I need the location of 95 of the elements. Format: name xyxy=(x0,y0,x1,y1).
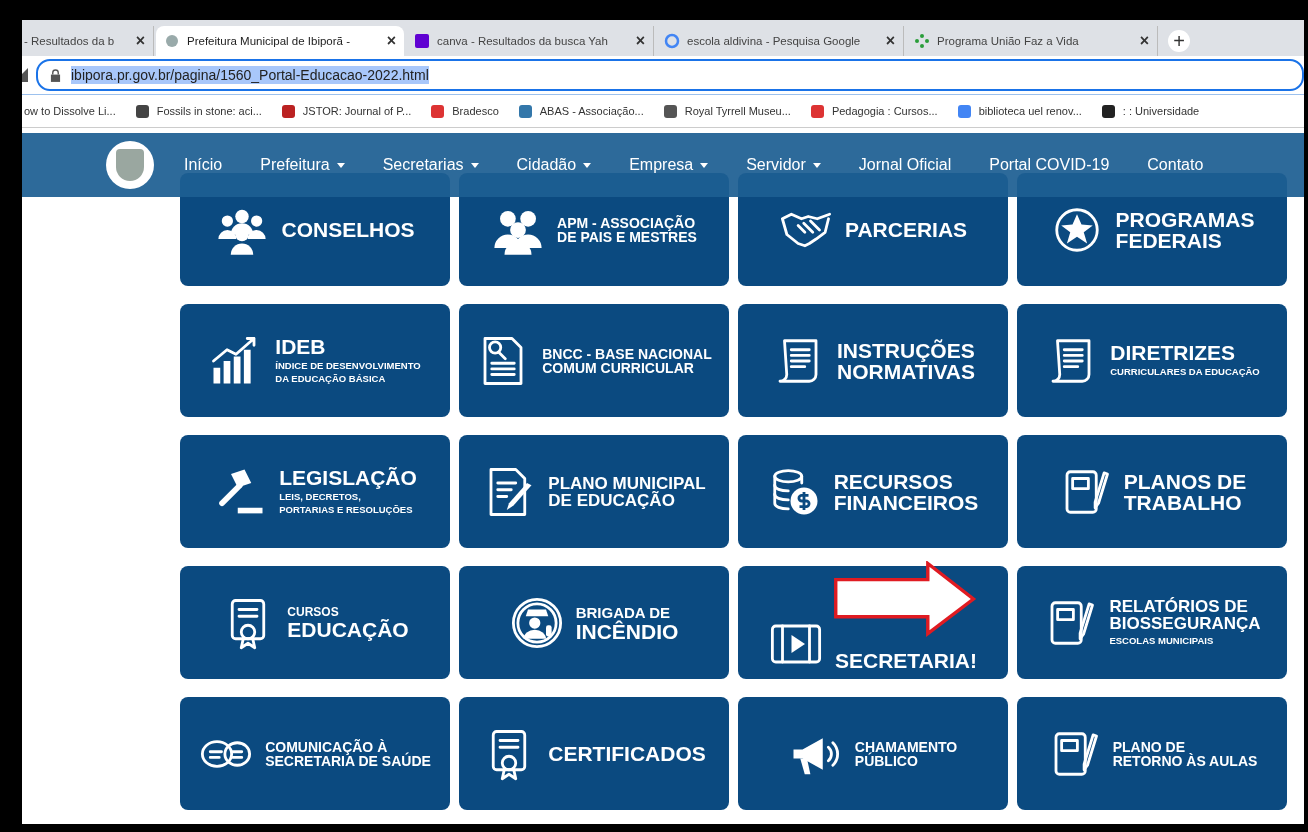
tile-subtitle: ÍNDICE DE DESENVOLVIMENTO DA EDUCAÇÃO BÁSICA xyxy=(275,360,421,385)
nav-link[interactable]: Portal COVID-19 xyxy=(989,156,1110,174)
bookmark-link[interactable]: Fossils in stone: aci... xyxy=(135,104,262,118)
nav-link[interactable]: Jornal Oficial xyxy=(858,156,952,174)
menu-tile[interactable]: RECURSOS FINANCEIROS xyxy=(738,435,1008,548)
tile-title: PROGRAMAS FEDERAIS xyxy=(1115,208,1255,251)
tile-title: INSTRUÇÕES NORMATIVAS xyxy=(836,339,976,382)
bookmark-link[interactable]: biblioteca uel renov... xyxy=(957,104,1082,118)
tile-title: PLANOS DE TRABALHO xyxy=(1123,470,1247,513)
menu-tile[interactable]: RELATÓRIOS DE BIOSSEGURANÇA ESCOLAS MUNICIPAIS xyxy=(1017,566,1287,679)
bookmark-icon xyxy=(810,104,824,118)
tile-subtitle: LEIS, DECRETOS, PORTARIAS E RESOLUÇÕES xyxy=(279,491,414,516)
bookmark-icon xyxy=(518,104,532,118)
bookmark-link[interactable]: ow to Dissolve Li... xyxy=(24,105,116,117)
menu-tile[interactable]: BRIGADA DE INCÊNDIO xyxy=(459,566,729,679)
menu-tile[interactable]: IDEB ÍNDICE DE DESENVOLVIMENTO DA EDUCAÇÃO BÁSICA xyxy=(180,304,450,417)
nav-link[interactable]: Servidor xyxy=(746,156,821,174)
firefighter-icon xyxy=(509,595,564,650)
tab-title: escola aldivina - Pesquisa Google xyxy=(687,35,862,47)
tab-title: Programa União Faz a Vida xyxy=(937,35,1080,47)
tile-title: PARCERIAS xyxy=(844,219,968,240)
caret-icon xyxy=(470,162,479,168)
bookmark-icon xyxy=(281,104,295,118)
browser-tab[interactable]: canva - Resultados da busca Yah × xyxy=(406,26,654,56)
tab-title: - Resultados da b xyxy=(24,35,116,47)
tile-title: COMUNICAÇÃO À SECRETARIA DE SAÚDE xyxy=(265,739,431,768)
nav-link[interactable]: Início xyxy=(184,156,223,174)
tile-title: CONSELHOS xyxy=(281,219,415,240)
tile-subtitle: CURRICULARES DA EDUCAÇÃO xyxy=(1110,366,1260,379)
close-tab-button[interactable]: × xyxy=(386,32,396,50)
nav-link[interactable]: Prefeitura xyxy=(260,156,345,174)
bookmark-icon xyxy=(957,104,971,118)
menu-tile[interactable]: LEGISLAÇÃO LEIS, DECRETOS, PORTARIAS E RESOLUÇÕES xyxy=(180,435,450,548)
menu-tile[interactable]: CURSOS EDUCAÇÃO xyxy=(180,566,450,679)
tile-title: CERTIFICADOS xyxy=(548,743,706,764)
tile-title: DIRETRIZES xyxy=(1110,342,1237,364)
tile-title: BNCC - BASE NACIONAL COMUM CURRICULAR xyxy=(542,346,712,375)
tile-title: PLANO DE RETORNO ÀS AULAS xyxy=(1112,739,1258,768)
lock-icon xyxy=(50,68,61,82)
menu-tile[interactable]: PLANO DE RETORNO ÀS AULAS xyxy=(1017,697,1287,810)
caret-icon xyxy=(812,162,821,168)
tile-title: PLANO MUNICIPAL DE EDUCAÇÃO xyxy=(548,474,706,509)
browser-tab[interactable]: Programa União Faz a Vida × xyxy=(906,26,1158,56)
bookmark-link[interactable]: JSTOR: Journal of P... xyxy=(281,104,412,118)
caret-icon xyxy=(700,162,709,168)
tile-title: SECRETARIA! xyxy=(835,650,977,671)
nav-link[interactable]: Secretarias xyxy=(382,156,479,174)
tile-title: IDEB xyxy=(275,336,327,358)
browser-tab[interactable]: escola aldivina - Pesquisa Google × xyxy=(656,26,904,56)
menu-tile[interactable]: CHAMAMENTO PÚBLICO xyxy=(738,697,1008,810)
menu-tile[interactable]: INSTRUÇÕES NORMATIVAS xyxy=(738,304,1008,417)
address-bar[interactable]: ibipora.pr.gov.br/pagina/1560_Portal-Educacao-2022.html xyxy=(36,59,1304,91)
tile-title: EDUCAÇÃO xyxy=(287,619,409,640)
url-text: ibipora.pr.gov.br/pagina/1560_Portal-Educacao-2022.html xyxy=(71,66,429,84)
bookmark-link[interactable]: Pedagogia : Cursos... xyxy=(810,104,938,118)
menu-tile[interactable]: COMUNICAÇÃO À SECRETARIA DE SAÚDE xyxy=(180,697,450,810)
tile-title: RELATÓRIOS DE BIOSSEGURANÇA xyxy=(1109,597,1261,632)
crest-icon xyxy=(164,33,180,49)
tile-title: INCÊNDIO xyxy=(575,620,679,642)
bookmark-link[interactable]: ABAS - Associação... xyxy=(518,104,644,118)
tile-kicker: CURSOS xyxy=(287,605,340,619)
nav-link[interactable]: Cidadão xyxy=(516,156,592,174)
nav-link[interactable]: Empresa xyxy=(629,156,709,174)
bookmark-link[interactable]: Royal Tyrrell Museu... xyxy=(663,104,791,118)
tile-title: LEGISLAÇÃO xyxy=(279,467,417,489)
menu-tile[interactable]: BNCC - BASE NACIONAL COMUM CURRICULAR xyxy=(459,304,729,417)
nav-link[interactable]: Contato xyxy=(1147,156,1204,174)
tab-title: Prefeitura Municipal de Ibiporã - xyxy=(187,35,351,47)
tile-title: CHAMAMENTO PÚBLICO xyxy=(854,739,958,768)
menu-tile[interactable]: PLANOS DE TRABALHO xyxy=(1017,435,1287,548)
menu-tile[interactable]: CERTIFICADOS xyxy=(459,697,729,810)
tab-title: canva - Resultados da busca Yah xyxy=(437,35,609,47)
caret-icon xyxy=(583,162,592,168)
tile-subtitle: ESCOLAS MUNICIPAIS xyxy=(1109,634,1215,648)
bookmark-icon xyxy=(1101,104,1115,118)
browser-tab[interactable]: - Resultados da b × xyxy=(22,26,154,56)
menu-tile[interactable]: DIRETRIZES CURRICULARES DA EDUCAÇÃO xyxy=(1017,304,1287,417)
bookmark-link[interactable]: Bradesco xyxy=(431,104,499,118)
caret-icon xyxy=(336,162,345,168)
bookmark-icon xyxy=(431,104,445,118)
menu-tile[interactable]: PLANO MUNICIPAL DE EDUCAÇÃO xyxy=(459,435,729,548)
close-tab-button[interactable]: × xyxy=(135,32,145,50)
new-tab-button[interactable]: + xyxy=(1168,30,1190,52)
browser-tab[interactable]: Prefeitura Municipal de Ibiporã - × xyxy=(156,26,404,56)
bookmark-icon xyxy=(663,104,677,118)
tile-title: RECURSOS FINANCEIROS xyxy=(833,470,979,513)
tile-title: APM - ASSOCIAÇÃO DE PAIS E MESTRES xyxy=(557,215,697,244)
pinwheel-icon xyxy=(914,33,930,49)
close-tab-button[interactable]: × xyxy=(1139,32,1149,50)
bookmark-icon xyxy=(135,104,149,118)
bookmark-link[interactable]: : : Universidade xyxy=(1101,104,1200,118)
crest-logo-icon[interactable] xyxy=(106,141,154,189)
close-tab-button[interactable]: × xyxy=(635,32,645,50)
tile-kicker: BRIGADA DE xyxy=(575,603,671,621)
close-tab-button[interactable]: × xyxy=(885,32,895,50)
